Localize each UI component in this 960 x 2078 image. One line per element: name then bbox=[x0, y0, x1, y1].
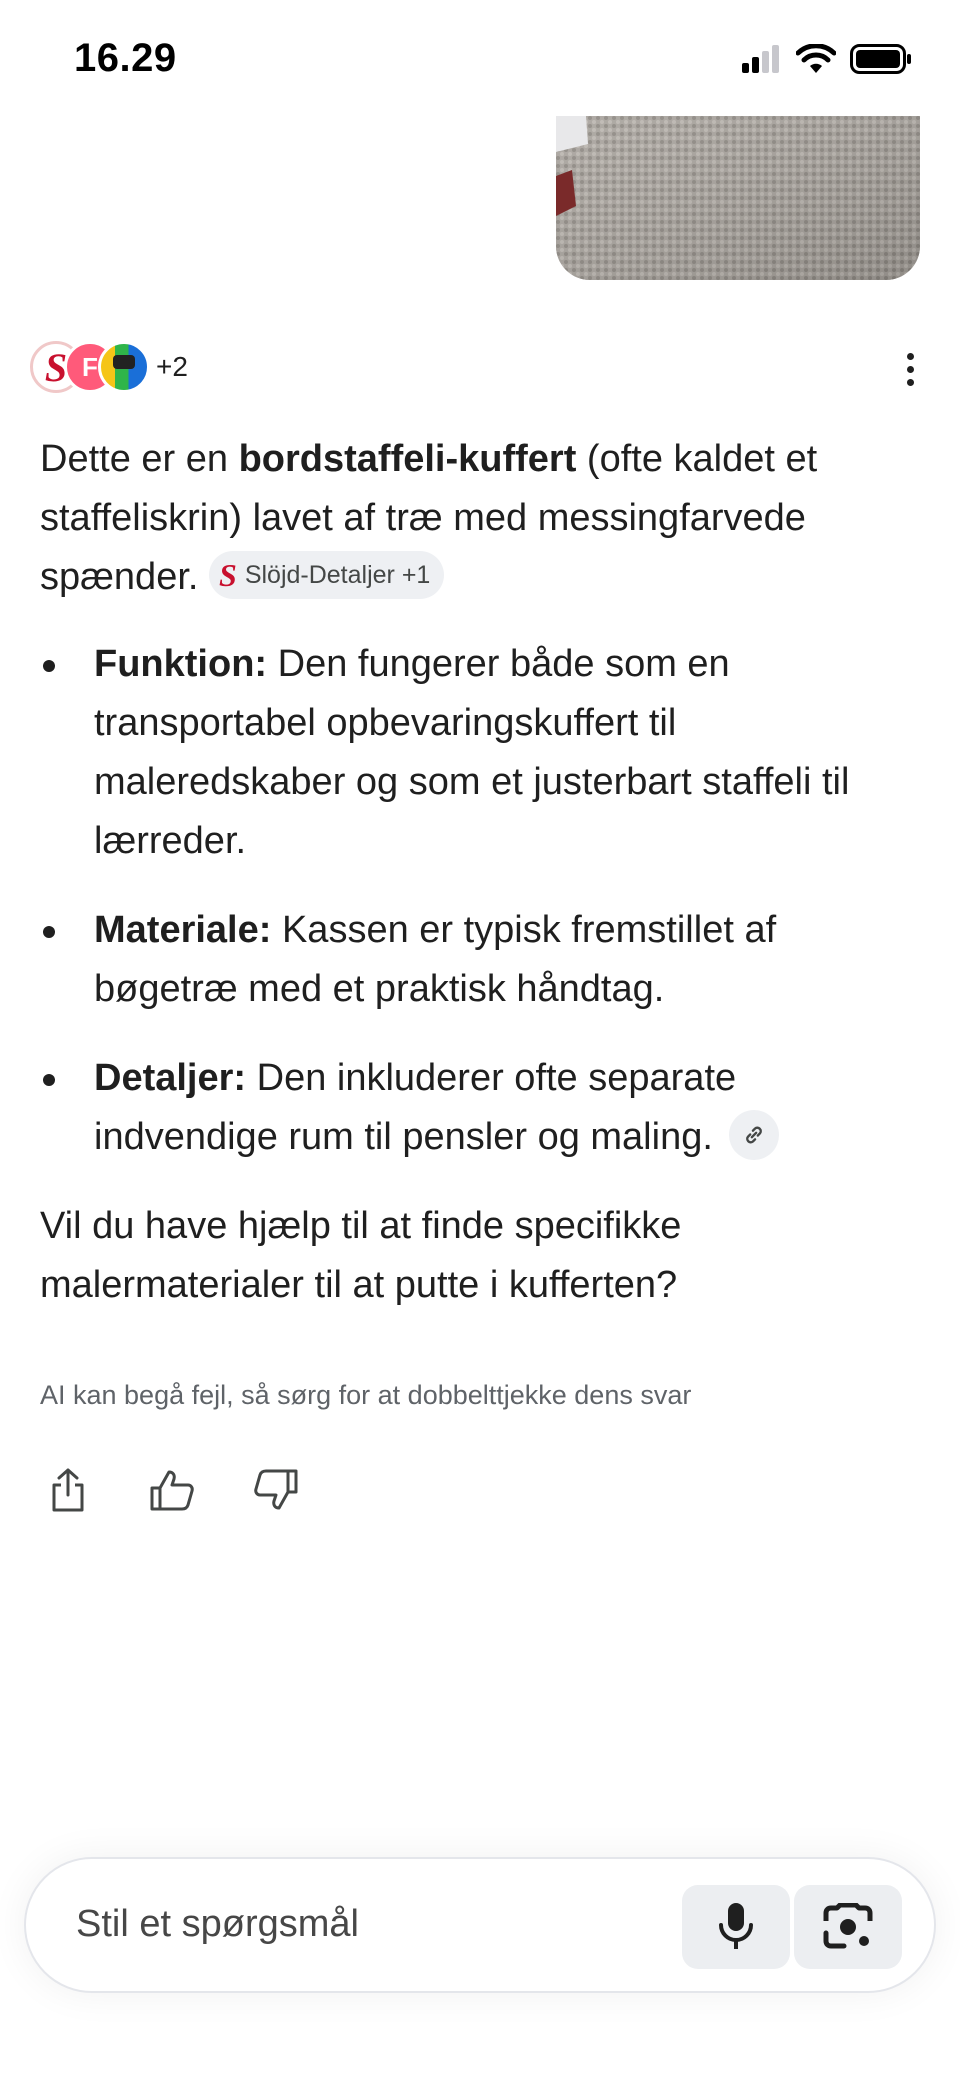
sources-row[interactable]: S F +2 bbox=[30, 340, 188, 394]
bullet-list: Funktion: Den fungerer både som en trans… bbox=[40, 635, 920, 1167]
list-item: Funktion: Den fungerer både som en trans… bbox=[40, 635, 920, 871]
answer-body: Dette er en bordstaffeli-kuffert (ofte k… bbox=[40, 430, 920, 1315]
ask-input[interactable]: Stil et spørgsmål bbox=[76, 1903, 359, 1946]
slojd-logo-icon: S bbox=[219, 556, 237, 593]
status-bar: 16.29 bbox=[0, 0, 960, 120]
battery-icon bbox=[850, 44, 911, 74]
response-actions bbox=[40, 1462, 304, 1518]
uploaded-image[interactable] bbox=[556, 116, 920, 280]
thumbs-up-icon[interactable] bbox=[144, 1462, 200, 1518]
mic-icon bbox=[719, 1903, 753, 1949]
signal-icon bbox=[742, 45, 779, 73]
followup-question: Vil du have hjælp til at finde specifikk… bbox=[40, 1205, 682, 1306]
disclaimer: AI kan begå fejl, så sørg for at dobbelt… bbox=[40, 1380, 692, 1410]
thumbs-down-icon[interactable] bbox=[248, 1462, 304, 1518]
share-icon[interactable] bbox=[40, 1462, 96, 1518]
source-count: +2 bbox=[156, 351, 188, 382]
ask-input-bar[interactable]: Stil et spørgsmål bbox=[24, 1857, 936, 1993]
wifi-icon bbox=[796, 44, 836, 73]
more-vert-icon[interactable] bbox=[890, 346, 930, 392]
source-chip[interactable]: S Slöjd-Detaljer +1 bbox=[209, 550, 445, 599]
list-item: Detaljer: Den inkluderer ofte separate i… bbox=[40, 1049, 920, 1167]
status-time: 16.29 bbox=[74, 36, 177, 80]
answer-intro: Dette er en bordstaffeli-kuffert (ofte k… bbox=[40, 438, 818, 599]
lens-button[interactable] bbox=[794, 1885, 902, 1969]
lens-icon bbox=[823, 1903, 873, 1949]
list-item: Materiale: Kassen er typisk fremstillet … bbox=[40, 901, 920, 1019]
source-avatar-3 bbox=[98, 341, 150, 393]
status-icons bbox=[742, 44, 912, 74]
mic-button[interactable] bbox=[682, 1885, 790, 1969]
link-icon[interactable] bbox=[729, 1109, 780, 1160]
